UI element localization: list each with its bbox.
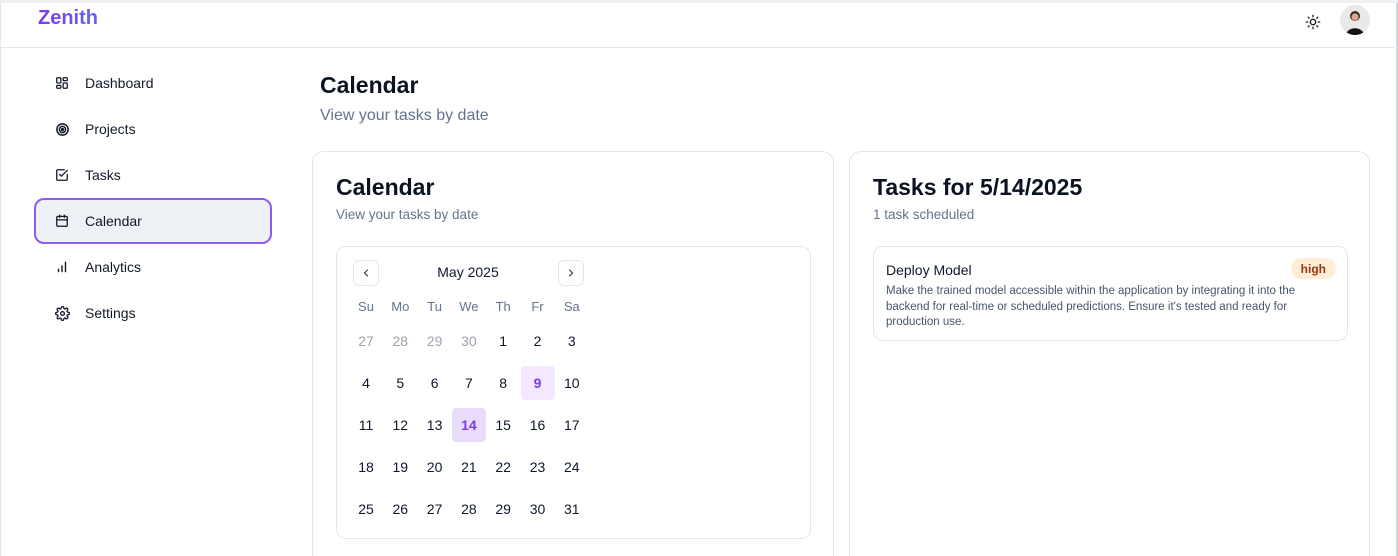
- sidebar-item-label: Dashboard: [85, 75, 154, 91]
- avatar[interactable]: [1340, 5, 1370, 35]
- sidebar-item-label: Settings: [85, 305, 136, 321]
- calendar-day[interactable]: 29: [486, 492, 520, 526]
- sun-icon: [1305, 14, 1321, 30]
- calendar-day[interactable]: 5: [383, 366, 417, 400]
- page-subtitle: View your tasks by date: [320, 107, 489, 124]
- bar-chart-icon: [54, 259, 70, 275]
- calendar-day[interactable]: 24: [555, 450, 589, 484]
- calendar-day[interactable]: 28: [452, 492, 486, 526]
- calendar-day[interactable]: 1: [486, 324, 520, 358]
- user-avatar-image: [1340, 5, 1370, 35]
- sidebar-item-analytics[interactable]: Analytics: [34, 244, 272, 290]
- calendar-day[interactable]: 20: [418, 450, 452, 484]
- calendar-day[interactable]: 13: [418, 408, 452, 442]
- sidebar-item-calendar[interactable]: Calendar: [34, 198, 272, 244]
- calendar-day[interactable]: 3: [555, 324, 589, 358]
- task-title: Deploy Model: [886, 262, 972, 278]
- calendar-day-outside[interactable]: 27: [349, 324, 383, 358]
- page-edge-left: [0, 0, 1, 556]
- chevron-right-icon: [568, 269, 574, 277]
- dashboard-grid-icon: [54, 75, 70, 91]
- task-description: Make the trained model accessible within…: [886, 285, 1296, 328]
- calendar-day[interactable]: 6: [418, 366, 452, 400]
- gear-icon: [54, 305, 70, 321]
- next-month-button[interactable]: [558, 260, 584, 286]
- sidebar-item-label: Calendar: [85, 213, 142, 229]
- chevron-left-icon: [363, 269, 369, 277]
- calendar-day[interactable]: 31: [555, 492, 589, 526]
- tasks-count: 1 task scheduled: [873, 207, 975, 222]
- calendar-day-outside[interactable]: 29: [418, 324, 452, 358]
- calendar-card: Calendar View your tasks by date May 202…: [312, 151, 834, 556]
- calendar-day[interactable]: 8: [486, 366, 520, 400]
- calendar-day[interactable]: 16: [521, 408, 555, 442]
- calendar-day[interactable]: 17: [555, 408, 589, 442]
- calendar-day[interactable]: 2: [521, 324, 555, 358]
- calendar-day[interactable]: 11: [349, 408, 383, 442]
- weekday-header: We: [459, 299, 479, 314]
- sidebar-item-label: Tasks: [85, 167, 121, 183]
- tasks-card: Tasks for 5/14/2025 1 task scheduled Dep…: [849, 151, 1370, 556]
- calendar-day[interactable]: 22: [486, 450, 520, 484]
- previous-month-button[interactable]: [353, 260, 379, 286]
- calendar-day[interactable]: 21: [452, 450, 486, 484]
- weekday-header: Th: [495, 299, 511, 314]
- sidebar: Dashboard Projects Tasks Calendar Analyt…: [34, 60, 272, 336]
- calendar-card-subtitle: View your tasks by date: [336, 207, 479, 222]
- calendar-day[interactable]: 9: [520, 366, 555, 400]
- calendar-day[interactable]: 26: [383, 492, 417, 526]
- calendar-day[interactable]: 14: [451, 408, 486, 442]
- check-square-icon: [54, 167, 70, 183]
- weekday-header: Su: [358, 299, 374, 314]
- top-bar: Zenith: [0, 0, 1398, 48]
- calendar-day[interactable]: 15: [486, 408, 520, 442]
- calendar-day[interactable]: 18: [349, 450, 383, 484]
- calendar-day[interactable]: 25: [349, 492, 383, 526]
- calendar-day[interactable]: 4: [349, 366, 383, 400]
- calendar-day[interactable]: 23: [521, 450, 555, 484]
- calendar-day-outside[interactable]: 28: [383, 324, 417, 358]
- calendar-icon: [54, 213, 70, 229]
- weekday-header: Mo: [391, 299, 410, 314]
- weekday-header: Sa: [563, 299, 580, 314]
- sidebar-item-label: Projects: [85, 121, 136, 137]
- target-icon: [54, 121, 70, 137]
- task-item[interactable]: Deploy Model high Make the trained model…: [873, 246, 1348, 341]
- theme-toggle-button[interactable]: [1302, 11, 1324, 33]
- calendar-day[interactable]: 27: [418, 492, 452, 526]
- priority-badge: high: [1290, 258, 1336, 279]
- brand-logo[interactable]: Zenith: [38, 7, 98, 30]
- calendar-day-outside[interactable]: 30: [452, 324, 486, 358]
- page-title: Calendar: [320, 72, 419, 98]
- month-label: May 2025: [437, 264, 499, 280]
- weekday-header: Tu: [427, 299, 442, 314]
- calendar-day[interactable]: 12: [383, 408, 417, 442]
- sidebar-item-dashboard[interactable]: Dashboard: [34, 60, 272, 106]
- sidebar-item-settings[interactable]: Settings: [34, 290, 272, 336]
- calendar-day[interactable]: 19: [383, 450, 417, 484]
- calendar-day[interactable]: 10: [555, 366, 589, 400]
- weekday-header: Fr: [531, 299, 544, 314]
- calendar-day[interactable]: 30: [521, 492, 555, 526]
- calendar-card-title: Calendar: [336, 174, 435, 200]
- tasks-card-title: Tasks for 5/14/2025: [873, 174, 1083, 200]
- sidebar-item-projects[interactable]: Projects: [34, 106, 272, 152]
- month-calendar: May 2025 Su Mo Tu We Th Fr Sa 27 28 29 30 1 2 3 4 5 6 7 8 9…: [336, 246, 811, 539]
- sidebar-item-tasks[interactable]: Tasks: [34, 152, 272, 198]
- calendar-day[interactable]: 7: [452, 366, 486, 400]
- sidebar-item-label: Analytics: [85, 259, 142, 275]
